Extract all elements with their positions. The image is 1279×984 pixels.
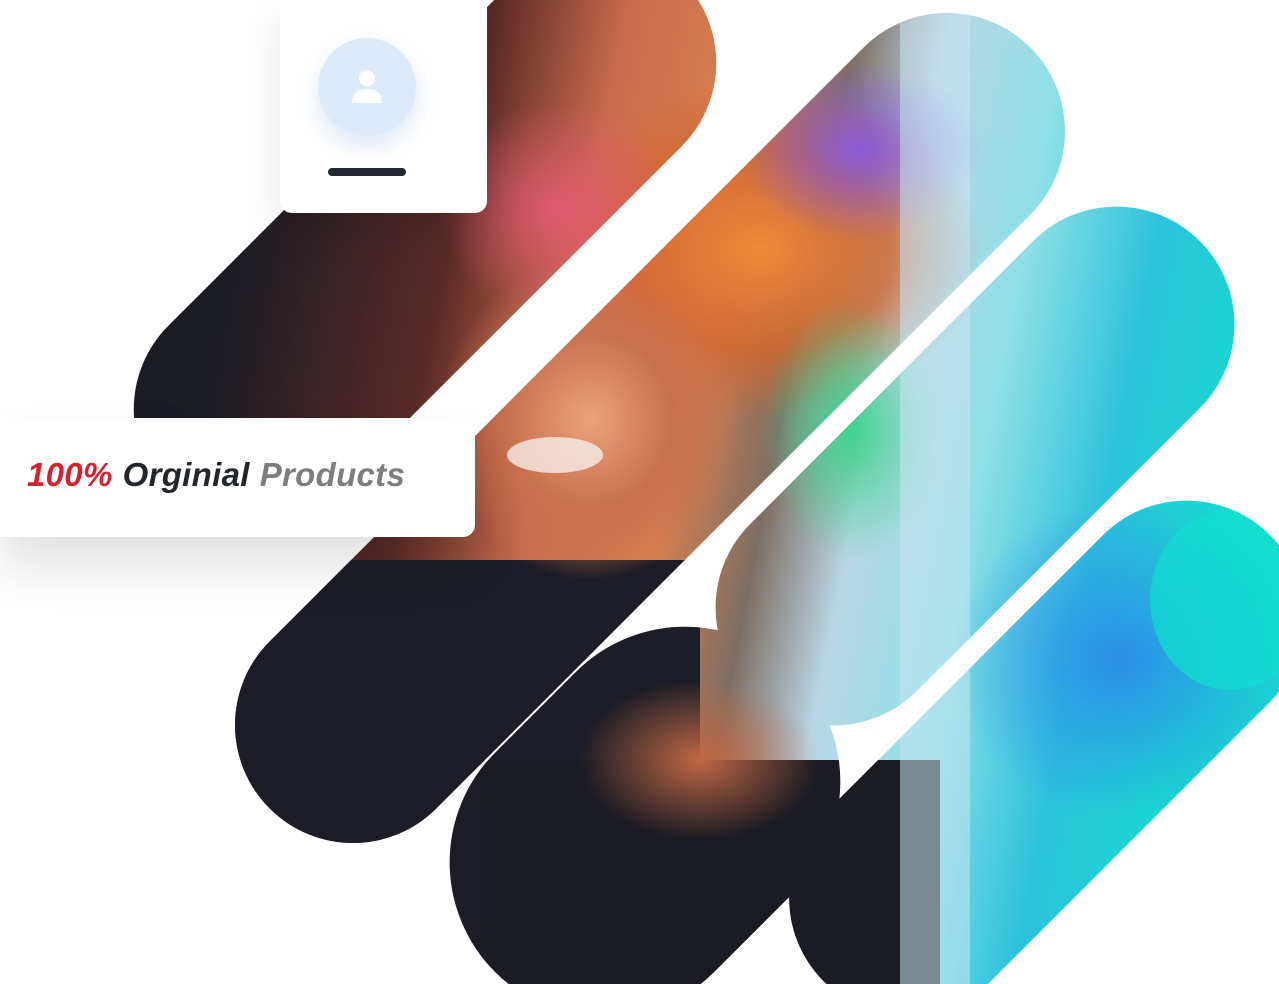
hero-collage: 100% Orginial Products <box>0 0 1279 984</box>
badge-products: Products <box>259 456 406 493</box>
name-placeholder-bar <box>328 168 406 176</box>
badge-percent: 100% <box>27 456 113 493</box>
badge-original: Orginial <box>122 456 250 493</box>
profile-card <box>280 0 487 213</box>
original-products-badge: 100% Orginial Products <box>0 418 475 537</box>
user-icon <box>352 70 382 103</box>
avatar <box>318 38 416 136</box>
badge-text: 100% Orginial Products <box>27 456 405 494</box>
